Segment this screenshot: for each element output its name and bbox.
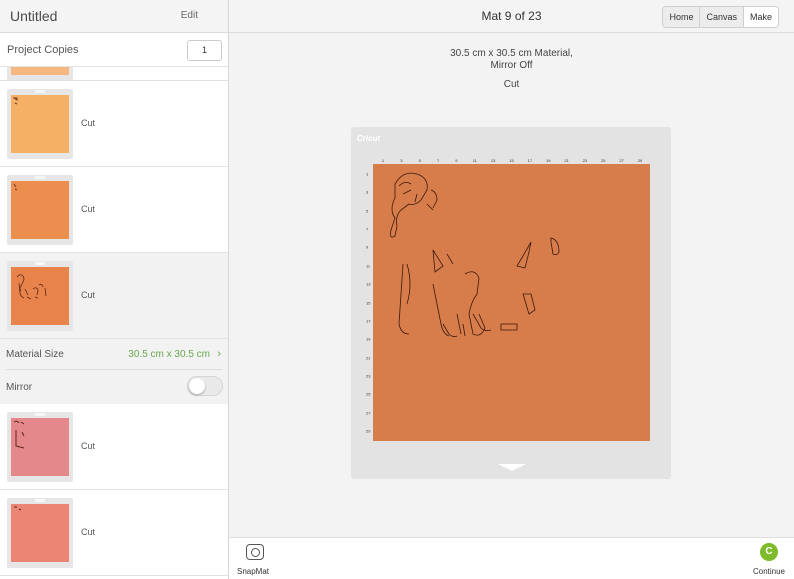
ruler-left-tick: 13 [366,281,371,287]
ruler-left-tick: 5 [366,208,369,214]
mirror-label: Mirror [6,382,33,393]
mat-list-panel: Untitled Edit Project Copies 1 Cut Cut C… [0,0,229,579]
mat-sheet [11,418,69,476]
project-copies-row: Project Copies 1 [0,33,228,67]
mat-mode-label: Cut [81,118,96,128]
mat-design-preview [14,506,22,511]
mat-sheet [11,67,69,75]
mat-design-preview [12,97,18,105]
mat-thumbnail [7,261,73,331]
tab-make[interactable]: Make [743,7,778,27]
edit-button[interactable]: Edit [181,10,198,21]
mat-design-preview [13,420,25,449]
snapmat-button-label[interactable]: SnapMat [237,567,269,576]
ruler-left-tick: 21 [366,355,371,361]
ruler-left-tick: 9 [366,244,369,250]
mat-info: 30.5 cm x 30.5 cm Material, Mirror Off [229,48,794,72]
mat-mode: Cut [503,79,520,90]
mirror-toggle[interactable] [187,376,223,396]
ruler-left-tick: 25 [366,391,371,397]
bottom-bar: SnapMat C Continue [229,537,794,579]
ruler-left-tick: 19 [366,336,371,342]
ruler-top-tick: 15 [509,158,514,163]
mat-mode-label: Cut [81,290,96,300]
project-copies-input[interactable]: 1 [187,40,222,61]
mat-list-item[interactable]: Cut [0,167,228,253]
ruler-left-tick: 15 [366,300,371,305]
ruler-left-tick: 27 [366,410,371,416]
mat-thumbnail [7,89,73,159]
ruler-top-tick: 25 [601,158,606,163]
ruler-left-tick: 29 [366,428,371,434]
project-title: Untitled [10,8,58,24]
mat-list-item[interactable]: Cut [0,490,228,576]
ruler-top-tick: 7 [436,158,440,163]
tab-canvas[interactable]: Canvas [700,7,744,27]
chevron-right-icon: › [217,348,221,360]
left-header: Untitled Edit [0,0,228,33]
mat-list-item[interactable]: Cut [0,404,228,490]
ruler-top-tick: 27 [619,158,624,163]
ruler-top-tick: 17 [527,158,533,163]
ruler-top-tick: 11 [472,158,477,163]
mat-sheet [11,267,69,325]
ruler-top-tick: 5 [418,158,421,163]
top-bar: Mat 9 of 23 Home Canvas Make [229,0,794,33]
mat-mode-label: Cut [81,204,96,214]
ruler-left-tick: 23 [366,373,371,379]
ruler-top-tick: 3 [400,158,403,163]
mat-info-line1: 30.5 cm x 30.5 cm Material, [450,48,573,59]
ruler-top-tick: 13 [490,158,496,163]
navigation-tabs: Home Canvas Make [662,6,779,28]
mat-list-item[interactable]: Cut [0,81,228,167]
continue-icon[interactable]: C [760,543,778,561]
mat-collapse-arrow-icon[interactable] [498,464,526,471]
ruler-left-tick: 11 [366,263,371,269]
material-size-row[interactable]: Material Size 30.5 cm x 30.5 cm › [0,339,228,370]
ruler-top-tick: 21 [564,158,569,163]
mat-design-preview [13,183,18,191]
mat-sheet [11,95,69,153]
mat-list-item[interactable] [0,67,228,81]
ruler-top-tick: 1 [381,158,385,163]
continue-button-label[interactable]: Continue [753,567,785,576]
mat-mode-label: Cut [81,441,96,451]
material-size-label: Material Size [6,349,64,360]
mat-thumbnail [7,175,73,245]
snapmat-camera-icon[interactable] [246,544,264,560]
material-sheet [373,164,650,441]
cricut-logo: Cricut [357,134,381,143]
mat-thumbnail [7,67,73,80]
ruler-top-tick: 19 [545,158,551,163]
ruler-left-tick: 3 [366,189,369,195]
ruler-top-tick: 29 [637,158,643,163]
ruler-top-tick: 9 [455,158,458,163]
ruler-top-tick: 23 [582,158,588,163]
mat-thumbnail [7,498,73,568]
mat-list-item-selected[interactable]: Cut [0,253,228,339]
mat-mode-label: Cut [81,527,96,537]
mat-thumbnail [7,412,73,482]
cutting-mat-preview[interactable]: Cricut 1 3 5 7 9 11 13 15 17 19 21 23 25 27 29 1 3 5 7 9 11… [351,127,671,479]
mat-sheet [11,181,69,239]
project-copies-label: Project Copies [7,44,79,56]
mirror-row: Mirror [0,370,228,404]
design-cut-lines [390,172,560,338]
tab-home[interactable]: Home [663,7,701,27]
mat-sheet [11,504,69,562]
ruler-left: 1 3 5 7 9 11 13 15 17 19 21 23 25 27 29 [366,164,373,441]
mat-design-preview [16,274,47,300]
ruler-left-tick: 7 [366,226,369,232]
ruler-left-tick: 17 [366,318,371,324]
mat-info-line2: Mirror Off [490,60,533,71]
ruler-left-tick: 1 [366,171,369,177]
material-size-value: 30.5 cm x 30.5 cm [128,349,210,360]
